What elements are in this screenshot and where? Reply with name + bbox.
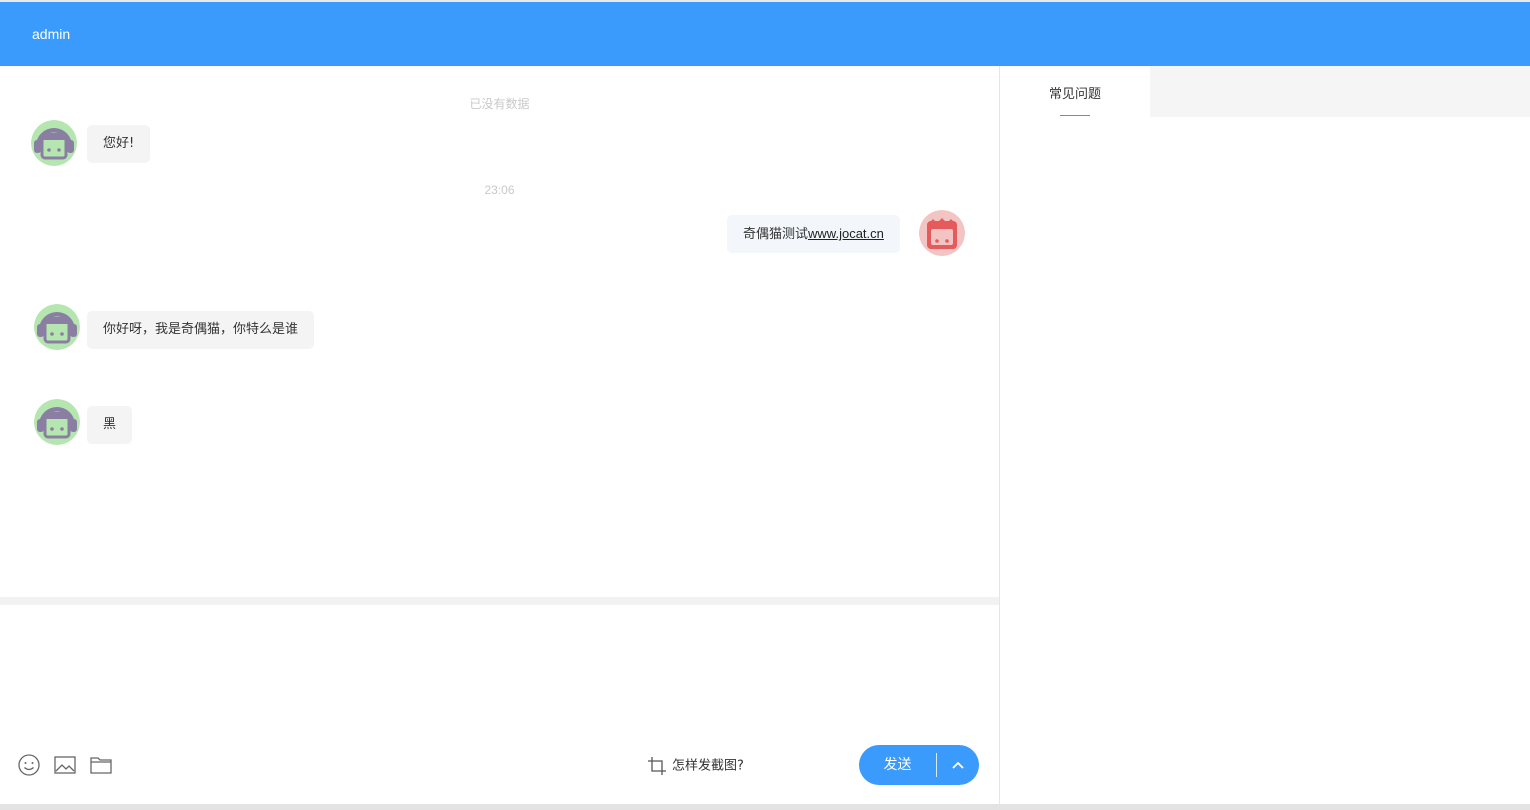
screenshot-help-label: 怎样发截图? <box>672 758 744 774</box>
message-bubble: 你好呀，我是奇偶猫，你特么是谁 <box>87 311 315 349</box>
header-title: admin <box>32 26 71 42</box>
image-icon[interactable] <box>53 753 77 777</box>
input-separator <box>0 597 999 605</box>
chevron-up-icon <box>952 761 964 769</box>
agent-avatar <box>34 399 80 445</box>
tab-active-indicator <box>1060 115 1090 116</box>
user-avatar <box>919 210 965 256</box>
message-bubble: 黑 <box>87 406 133 444</box>
top-header: admin <box>0 0 1530 66</box>
message-bubble: 您好! <box>87 125 151 163</box>
message-link[interactable]: www.jocat.cn <box>808 226 884 241</box>
message-input-area[interactable]: 怎样发截图? 发送 <box>0 605 999 805</box>
send-options-button[interactable] <box>937 745 979 785</box>
no-more-data-label: 已没有数据 <box>469 97 530 111</box>
send-button-group: 发送 <box>859 745 979 785</box>
send-button[interactable]: 发送 <box>859 745 936 785</box>
screenshot-help-link[interactable]: 怎样发截图? <box>646 755 744 777</box>
tab-faq-label: 常见问题 <box>1048 87 1101 102</box>
bottom-border <box>0 804 1530 810</box>
side-panel: 常见问题 <box>1000 66 1530 804</box>
smile-icon[interactable] <box>17 753 41 777</box>
message-timestamp: 23:06 <box>484 183 515 197</box>
tab-faq[interactable]: 常见问题 <box>1000 66 1150 117</box>
crop-icon <box>648 757 666 775</box>
message-bubble: 奇偶猫测试www.jocat.cn <box>727 215 900 253</box>
folder-icon[interactable] <box>89 753 113 777</box>
chat-message-area[interactable]: 已没有数据 您好! 23:06 奇偶猫测试www.jocat.cn 你好呀，我是… <box>0 66 999 597</box>
agent-avatar <box>31 120 77 166</box>
message-text: 奇偶猫测试 <box>743 227 809 242</box>
tab-strip-filler <box>1150 66 1530 117</box>
agent-avatar <box>34 304 80 350</box>
